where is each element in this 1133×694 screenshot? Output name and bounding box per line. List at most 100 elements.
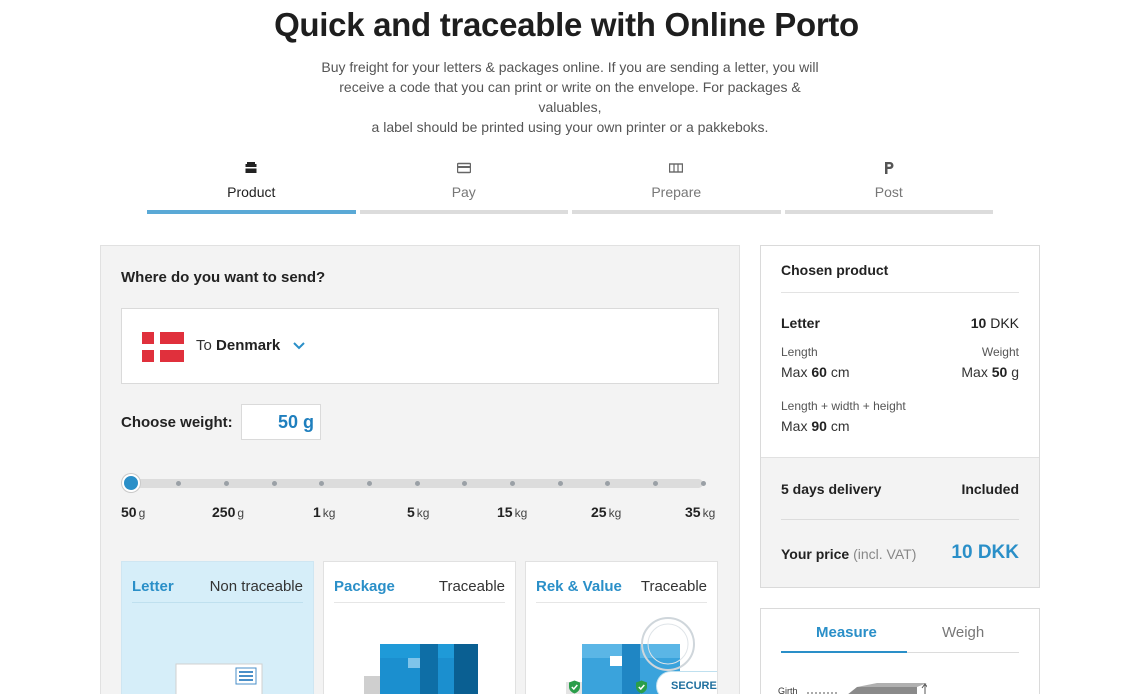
card-traceability: Traceable — [640, 578, 707, 595]
tick-unit: g — [237, 506, 245, 520]
weight-input[interactable]: 50 g — [241, 404, 321, 440]
weight-limit-label: Weight — [981, 345, 1019, 359]
tick-unit: kg — [608, 506, 622, 520]
package-illustration — [364, 644, 478, 694]
denmark-flag-icon — [142, 332, 184, 362]
tick-value: 25 — [591, 504, 607, 520]
tick-value: 50 — [121, 504, 137, 520]
delivery-label: 5 days delivery — [781, 481, 882, 497]
page-title: Quick and traceable with Online Porto — [274, 6, 859, 43]
shield-check-icon — [636, 680, 647, 694]
delivery-status: Included — [961, 481, 1019, 497]
card-name: Package — [334, 578, 395, 595]
weight-label: Choose weight: — [121, 414, 233, 431]
card-divider — [334, 602, 505, 603]
product-card-package[interactable]: Package Traceable — [323, 561, 516, 694]
tick-value: 35 — [685, 504, 701, 520]
progress-steps: Product Pay Prepare Post — [147, 160, 993, 214]
step-post[interactable]: Post — [784, 160, 993, 214]
slider-tick: 35 kg — [685, 504, 715, 520]
shield-check-icon — [569, 680, 580, 694]
max-prefix: Max — [781, 418, 808, 434]
slider-step-dot — [557, 481, 563, 486]
slider-step-dot — [414, 481, 420, 486]
step-bar — [572, 210, 781, 214]
label-icon — [669, 163, 684, 173]
step-pay[interactable]: Pay — [359, 160, 568, 214]
slider-tick: 50 g — [121, 504, 145, 520]
total-price: 10 DKK — [951, 542, 1019, 563]
box-icon — [245, 162, 257, 173]
tab-measure[interactable]: Measure — [816, 624, 877, 641]
step-prepare[interactable]: Prepare — [572, 160, 781, 214]
weight-limit-value: Max 50 g — [961, 364, 1019, 380]
card-name: Letter — [132, 578, 174, 595]
slider-step-dot — [700, 481, 706, 486]
intro-text: Buy freight for your letters & packages … — [306, 57, 834, 137]
chosen-product-name: Letter — [781, 315, 820, 331]
slider-tick: 1 kg — [313, 504, 335, 520]
weight-slider[interactable] — [122, 474, 706, 492]
tab-weigh[interactable]: Weigh — [942, 624, 984, 641]
card-divider — [536, 602, 707, 603]
lwh-value: Max 90 cm — [781, 418, 849, 434]
slider-step-dot — [366, 481, 372, 486]
post-icon — [884, 162, 894, 174]
tick-value: 1 — [313, 504, 321, 520]
card-traceability: Traceable — [438, 578, 505, 595]
intro-line: receive a code that you can print or wri… — [339, 79, 801, 115]
step-bar — [784, 210, 993, 214]
weight-unit: g — [1011, 364, 1019, 380]
card-traceability: Non traceable — [209, 578, 303, 595]
card-icon — [456, 162, 471, 174]
intro-line: a label should be printed using your own… — [371, 119, 769, 135]
step-label: Post — [874, 184, 903, 200]
tab-active-indicator — [781, 651, 907, 653]
tick-unit: kg — [702, 506, 716, 520]
vat-note: (incl. VAT) — [853, 546, 917, 562]
product-card-letter[interactable]: Letter Non traceable — [121, 561, 314, 694]
slider-step-dot — [223, 481, 229, 486]
lwh-number: 90 — [811, 418, 827, 434]
destination-question: Where do you want to send? — [121, 269, 326, 286]
product-selection-panel: Where do you want to send? To Denmark Ch… — [100, 245, 740, 694]
length-value: Max 60 cm — [781, 364, 849, 380]
tick-value: 250 — [212, 504, 236, 520]
slider-thumb[interactable] — [122, 474, 140, 492]
your-price-label: Your price (incl. VAT) — [781, 546, 916, 562]
slider-tick: 5 kg — [407, 504, 429, 520]
divider — [781, 519, 1019, 520]
country-selector[interactable]: To Denmark — [121, 308, 719, 384]
measure-illustration — [807, 683, 927, 694]
tick-unit: kg — [416, 506, 430, 520]
divider — [781, 292, 1019, 293]
price-value: 10 — [970, 315, 987, 331]
country-name: Denmark — [216, 337, 281, 354]
lwh-label: Length + width + height — [781, 399, 906, 413]
intro-line: Buy freight for your letters & packages … — [321, 59, 819, 75]
slider-tick: 25 kg — [591, 504, 621, 520]
tick-unit: g — [138, 506, 146, 520]
girth-label: Girth — [778, 686, 798, 694]
tick-value: 5 — [407, 504, 415, 520]
step-label: Pay — [451, 184, 476, 200]
step-bar — [147, 210, 356, 214]
step-product[interactable]: Product — [147, 160, 356, 214]
product-card-rek-value[interactable]: Rek & Value Traceable SECURE — [525, 561, 718, 694]
max-prefix: Max — [781, 364, 808, 380]
tick-unit: kg — [514, 506, 528, 520]
max-prefix: Max — [961, 364, 988, 380]
country-prefix: To — [196, 337, 212, 354]
measure-weigh-panel: Measure Weigh Girth — [760, 608, 1040, 694]
lwh-unit: cm — [830, 418, 850, 434]
price-unit: DKK — [990, 315, 1019, 331]
slider-step-dot — [509, 481, 515, 486]
secure-badge: SECURE — [656, 671, 717, 694]
tick-value: 15 — [497, 504, 513, 520]
tick-unit: kg — [322, 506, 336, 520]
length-unit: cm — [830, 364, 850, 380]
country-text: To Denmark — [196, 337, 280, 354]
price-summary: 5 days delivery Included Your price (inc… — [761, 457, 1039, 587]
slider-step-dot — [652, 481, 658, 486]
card-divider — [132, 602, 303, 603]
